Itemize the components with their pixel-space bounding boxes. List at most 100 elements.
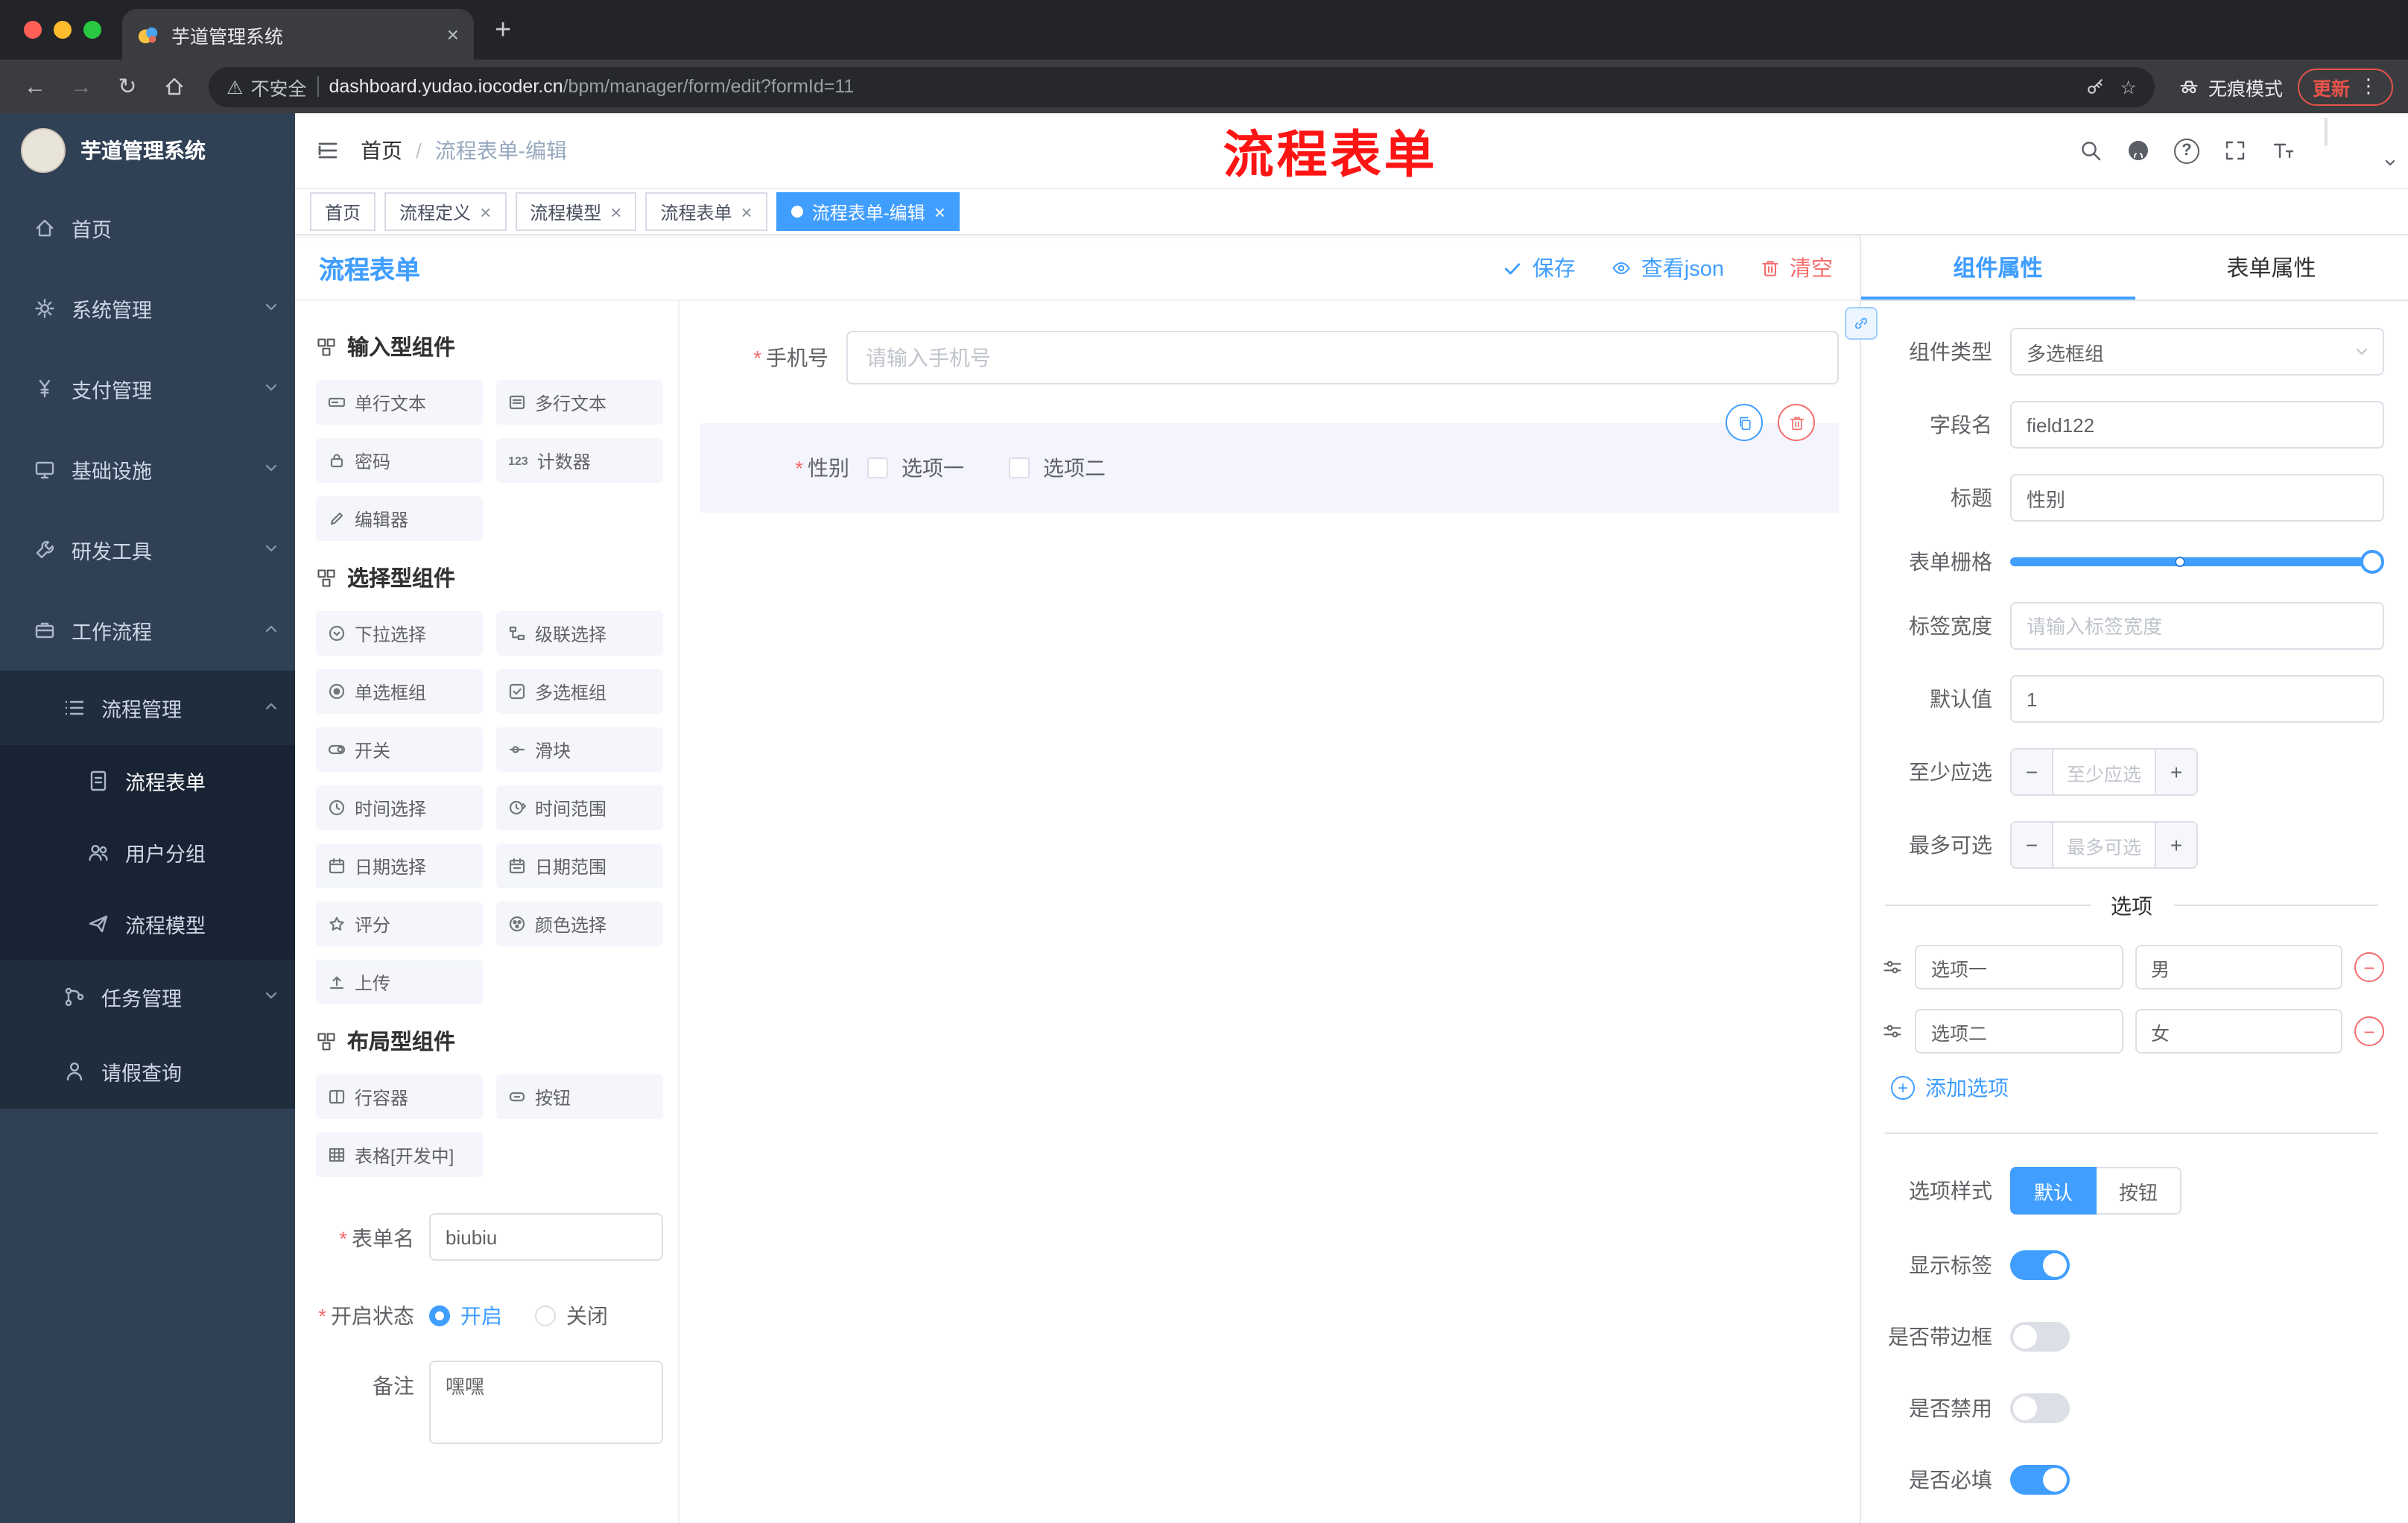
option-1-value-input[interactable]: [2135, 945, 2342, 990]
tag-close-icon[interactable]: ×: [610, 202, 621, 221]
gender-option-2-checkbox[interactable]: 选项二: [1009, 453, 1106, 483]
fullscreen-button[interactable]: [2223, 139, 2247, 162]
help-button[interactable]: ?: [2174, 138, 2199, 163]
slider-handle[interactable]: [2360, 550, 2384, 574]
tag-process-model[interactable]: 流程模型 ×: [515, 192, 637, 231]
title-input[interactable]: [2010, 474, 2384, 522]
sidebar-item-workflow[interactable]: 工作流程: [0, 590, 295, 671]
palette-item-multi-text[interactable]: 多行文本: [496, 380, 663, 425]
palette-item-rate[interactable]: 评分: [316, 902, 483, 946]
increase-button[interactable]: +: [2155, 823, 2196, 867]
status-on-radio[interactable]: 开启: [429, 1301, 502, 1331]
palette-item-date-picker[interactable]: 日期选择: [316, 843, 483, 888]
palette-item-single-text[interactable]: 单行文本: [316, 380, 483, 425]
default-value-input[interactable]: [2010, 675, 2384, 723]
option-1-label-input[interactable]: [1915, 945, 2123, 990]
tag-close-icon[interactable]: ×: [741, 202, 752, 221]
tag-close-icon[interactable]: ×: [480, 202, 491, 221]
drag-handle-icon[interactable]: [1882, 957, 1903, 978]
component-type-select[interactable]: 多选框组: [2010, 328, 2384, 376]
increase-button[interactable]: +: [2155, 750, 2196, 794]
window-minimize-button[interactable]: [54, 21, 72, 39]
gender-option-1-checkbox[interactable]: 选项一: [867, 453, 964, 483]
window-close-button[interactable]: [24, 21, 42, 39]
sidebar-item-system[interactable]: 系统管理: [0, 268, 295, 349]
github-button[interactable]: [2126, 139, 2150, 162]
palette-item-counter[interactable]: 123 计数器: [496, 438, 663, 483]
palette-item-checkbox-group[interactable]: 多选框组: [496, 669, 663, 714]
font-size-button[interactable]: [2271, 139, 2295, 162]
palette-item-switch[interactable]: 开关: [316, 727, 483, 772]
palette-item-upload[interactable]: 上传: [316, 960, 483, 1004]
add-option-button[interactable]: + 添加选项: [1891, 1073, 2384, 1103]
decrease-button[interactable]: −: [2012, 823, 2053, 867]
palette-item-cascader[interactable]: 级联选择: [496, 611, 663, 656]
sidebar-item-task-management[interactable]: 任务管理: [0, 960, 295, 1034]
sidebar-item-leave-query[interactable]: 请假查询: [0, 1034, 295, 1109]
palette-item-time-picker[interactable]: 时间选择: [316, 785, 483, 830]
tab-form-props[interactable]: 表单属性: [2135, 235, 2408, 300]
palette-item-time-range[interactable]: 时间范围: [496, 785, 663, 830]
sidebar-item-process-management[interactable]: 流程管理: [0, 671, 295, 745]
back-button[interactable]: ←: [15, 66, 55, 107]
min-select-value[interactable]: 至少应选: [2053, 750, 2155, 794]
palette-item-password[interactable]: 密码: [316, 438, 483, 483]
view-json-button[interactable]: 查看json: [1612, 252, 1724, 283]
search-button[interactable]: [2079, 139, 2103, 162]
avatar[interactable]: [2325, 118, 2328, 146]
sidebar-item-user-group[interactable]: 用户分组: [0, 817, 295, 888]
palette-item-select[interactable]: 下拉选择: [316, 611, 483, 656]
tag-home[interactable]: 首页: [310, 192, 376, 231]
with-border-toggle[interactable]: [2010, 1322, 2070, 1352]
breadcrumb-home[interactable]: 首页: [361, 136, 402, 165]
tag-process-definition[interactable]: 流程定义 ×: [384, 192, 507, 231]
user-menu[interactable]: [2325, 118, 2395, 182]
option-2-value-input[interactable]: [2135, 1009, 2342, 1054]
browser-update-button[interactable]: 更新 ⋮: [2297, 68, 2393, 105]
canvas-field-phone[interactable]: 手机号: [700, 331, 1839, 384]
style-button-button[interactable]: 按钮: [2097, 1167, 2182, 1215]
tab-component-props[interactable]: 组件属性: [1861, 235, 2135, 300]
browser-menu-icon[interactable]: ⋮: [2359, 75, 2378, 98]
sidebar-item-infrastructure[interactable]: 基础设施: [0, 429, 295, 510]
form-canvas[interactable]: 手机号: [679, 301, 1860, 1523]
max-select-value[interactable]: 最多可选: [2053, 823, 2155, 867]
sidebar-item-process-form[interactable]: 流程表单: [0, 745, 295, 817]
palette-item-editor[interactable]: 编辑器: [316, 496, 483, 541]
save-button[interactable]: 保存: [1503, 252, 1576, 283]
palette-item-date-range[interactable]: 日期范围: [496, 843, 663, 888]
status-off-radio[interactable]: 关闭: [535, 1301, 608, 1331]
new-tab-button[interactable]: +: [495, 16, 511, 44]
palette-item-color-picker[interactable]: 颜色选择: [496, 902, 663, 946]
palette-item-radio-group[interactable]: 单选框组: [316, 669, 483, 714]
browser-tab[interactable]: 芋道管理系统 ×: [122, 9, 474, 60]
sidebar-item-payment[interactable]: 支付管理: [0, 349, 295, 429]
form-grid-slider[interactable]: [2010, 550, 2384, 574]
palette-item-row-container[interactable]: 行容器: [316, 1074, 483, 1119]
sidebar-item-home[interactable]: 首页: [0, 188, 295, 268]
sidebar-toggle-button[interactable]: [316, 139, 340, 162]
tag-process-form[interactable]: 流程表单 ×: [645, 192, 767, 231]
home-button[interactable]: [153, 66, 194, 107]
field-name-input[interactable]: [2010, 401, 2384, 449]
disabled-toggle[interactable]: [2010, 1393, 2070, 1423]
required-toggle[interactable]: [2010, 1465, 2070, 1495]
tag-process-form-edit[interactable]: 流程表单-编辑 ×: [776, 192, 960, 231]
window-zoom-button[interactable]: [83, 21, 101, 39]
sidebar-item-process-model[interactable]: 流程模型: [0, 888, 295, 960]
clear-button[interactable]: 清空: [1760, 252, 1833, 283]
remark-textarea[interactable]: [429, 1361, 663, 1444]
sidebar-logo[interactable]: 芋道管理系统: [0, 113, 295, 188]
sidebar-item-devtools[interactable]: 研发工具: [0, 510, 295, 590]
style-default-button[interactable]: 默认: [2010, 1167, 2097, 1215]
phone-input[interactable]: [846, 331, 1839, 384]
delete-component-button[interactable]: [1778, 404, 1815, 441]
decrease-button[interactable]: −: [2012, 750, 2053, 794]
remove-option-button[interactable]: −: [2354, 952, 2384, 982]
address-bar[interactable]: ⚠ 不安全 dashboard.yudao.iocoder.cn/bpm/man…: [209, 66, 2155, 107]
security-indicator[interactable]: ⚠ 不安全: [226, 72, 306, 101]
form-name-input[interactable]: [429, 1213, 663, 1261]
label-width-input[interactable]: [2010, 602, 2384, 650]
bookmark-star-icon[interactable]: ☆: [2120, 75, 2137, 98]
anchor-link-button[interactable]: [1845, 307, 1878, 340]
